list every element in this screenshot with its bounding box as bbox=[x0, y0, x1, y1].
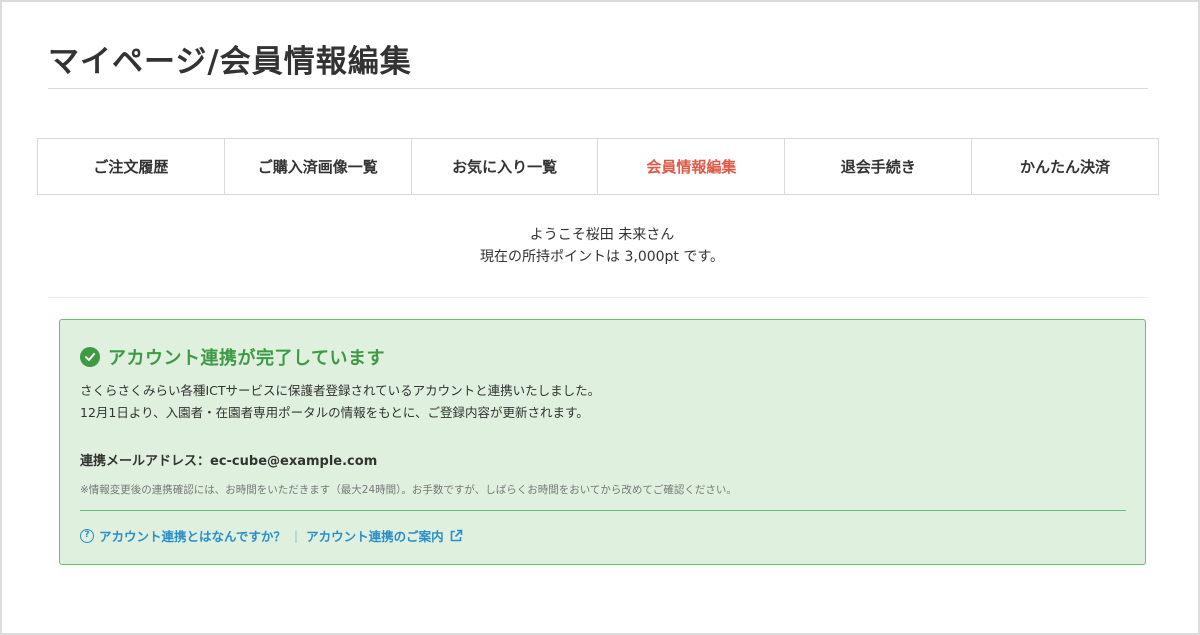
notice-body: さくらさくみらい各種ICTサービスに保護者登録されているアカウントと連携いたしま… bbox=[80, 380, 600, 424]
question-circle-icon: ? bbox=[80, 528, 94, 543]
tab-withdrawal[interactable]: 退会手続き bbox=[785, 139, 973, 194]
notice-divider bbox=[80, 510, 1126, 511]
linked-email-value: ec-cube@example.com bbox=[210, 454, 378, 469]
section-divider bbox=[48, 297, 1148, 298]
account-link-guide-link[interactable]: アカウント連携のご案内 bbox=[306, 526, 463, 545]
notice-footnote: ※情報変更後の連携確認には、お時間をいただきます（最大24時間）。お手数ですが、… bbox=[80, 484, 737, 496]
page-title: マイページ/会員情報編集 bbox=[48, 44, 412, 80]
welcome-block: ようこそ桜田 未来さん 現在の所持ポイントは 3,000pt です。 bbox=[2, 224, 1200, 268]
welcome-greeting: ようこそ桜田 未来さん bbox=[529, 227, 675, 243]
notice-header: アカウント連携が完了しています bbox=[80, 344, 385, 370]
account-link-notice: アカウント連携が完了しています さくらさくみらい各種ICTサービスに保護者登録さ… bbox=[59, 319, 1146, 565]
page-frame: マイページ/会員情報編集 ご注文履歴 ご購入済画像一覧 お気に入り一覧 会員情報… bbox=[0, 0, 1200, 635]
notice-body-line: さくらさくみらい各種ICTサービスに保護者登録されているアカウントと連携いたしま… bbox=[80, 383, 601, 398]
tab-purchased-images[interactable]: ご購入済画像一覧 bbox=[225, 139, 412, 194]
tab-favorites[interactable]: お気に入り一覧 bbox=[412, 139, 599, 194]
external-link-icon bbox=[449, 529, 463, 543]
tab-member-edit[interactable]: 会員情報編集 bbox=[598, 139, 786, 194]
tab-order-history[interactable]: ご注文履歴 bbox=[38, 139, 225, 194]
tab-easy-payment[interactable]: かんたん決済 bbox=[972, 139, 1158, 194]
account-link-help-link[interactable]: ? アカウント連携とはなんですか？ bbox=[80, 526, 286, 545]
mypage-tabs: ご注文履歴 ご購入済画像一覧 お気に入り一覧 会員情報編集 退会手続き かんたん… bbox=[37, 138, 1159, 195]
check-circle-icon bbox=[80, 347, 100, 367]
linked-email: 連携メールアドレス：ec-cube@example.com bbox=[80, 450, 377, 469]
points-balance: 現在の所持ポイントは 3,000pt です。 bbox=[480, 249, 724, 265]
title-divider bbox=[48, 88, 1148, 89]
account-link-guide-label: アカウント連携のご案内 bbox=[306, 529, 444, 544]
link-separator: | bbox=[293, 528, 299, 543]
account-link-help-label: アカウント連携とはなんですか？ bbox=[99, 529, 286, 544]
notice-body-line: 12月1日より、入園者・在園者専用ポータルの情報をもとに、ご登録内容が更新されま… bbox=[80, 405, 589, 420]
notice-links: ? アカウント連携とはなんですか？ | アカウント連携のご案内 bbox=[80, 526, 463, 545]
linked-email-label: 連携メールアドレス： bbox=[80, 454, 211, 469]
notice-title: アカウント連携が完了しています bbox=[108, 348, 385, 369]
